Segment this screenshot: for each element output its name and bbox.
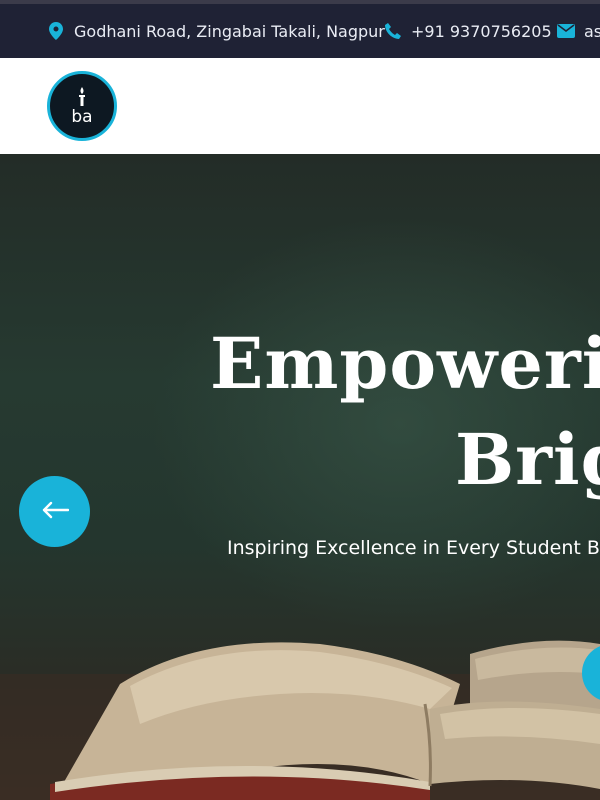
top-contact-bar: Godhani Road, Zingabai Takali, Nagpur +9…: [0, 0, 600, 58]
hero-title-line1: Empowerin: [210, 322, 600, 405]
address-text: Godhani Road, Zingabai Takali, Nagpur: [74, 21, 385, 41]
hero-slider: Empowerin Brig Inspiring Excellence in E…: [0, 154, 600, 800]
site-logo[interactable]: ba: [47, 71, 117, 141]
slider-prev-button[interactable]: [19, 476, 90, 547]
logo-text: ba: [71, 106, 93, 127]
address-item[interactable]: Godhani Road, Zingabai Takali, Nagpur: [46, 4, 385, 58]
phone-icon: [383, 21, 403, 41]
hero-title-line2: Brig: [455, 418, 600, 501]
site-header: ba: [0, 58, 600, 154]
email-item[interactable]: as: [556, 4, 600, 58]
phone-text: +91 9370756205: [411, 21, 552, 41]
envelope-icon: [556, 21, 576, 41]
map-marker-icon: [46, 21, 66, 41]
email-text: as: [584, 21, 600, 41]
phone-item[interactable]: +91 9370756205: [383, 4, 552, 58]
arrow-left-icon: [41, 501, 69, 523]
open-book-image: [0, 640, 600, 800]
hero-subtitle: Inspiring Excellence in Every Student Bu: [227, 537, 600, 559]
